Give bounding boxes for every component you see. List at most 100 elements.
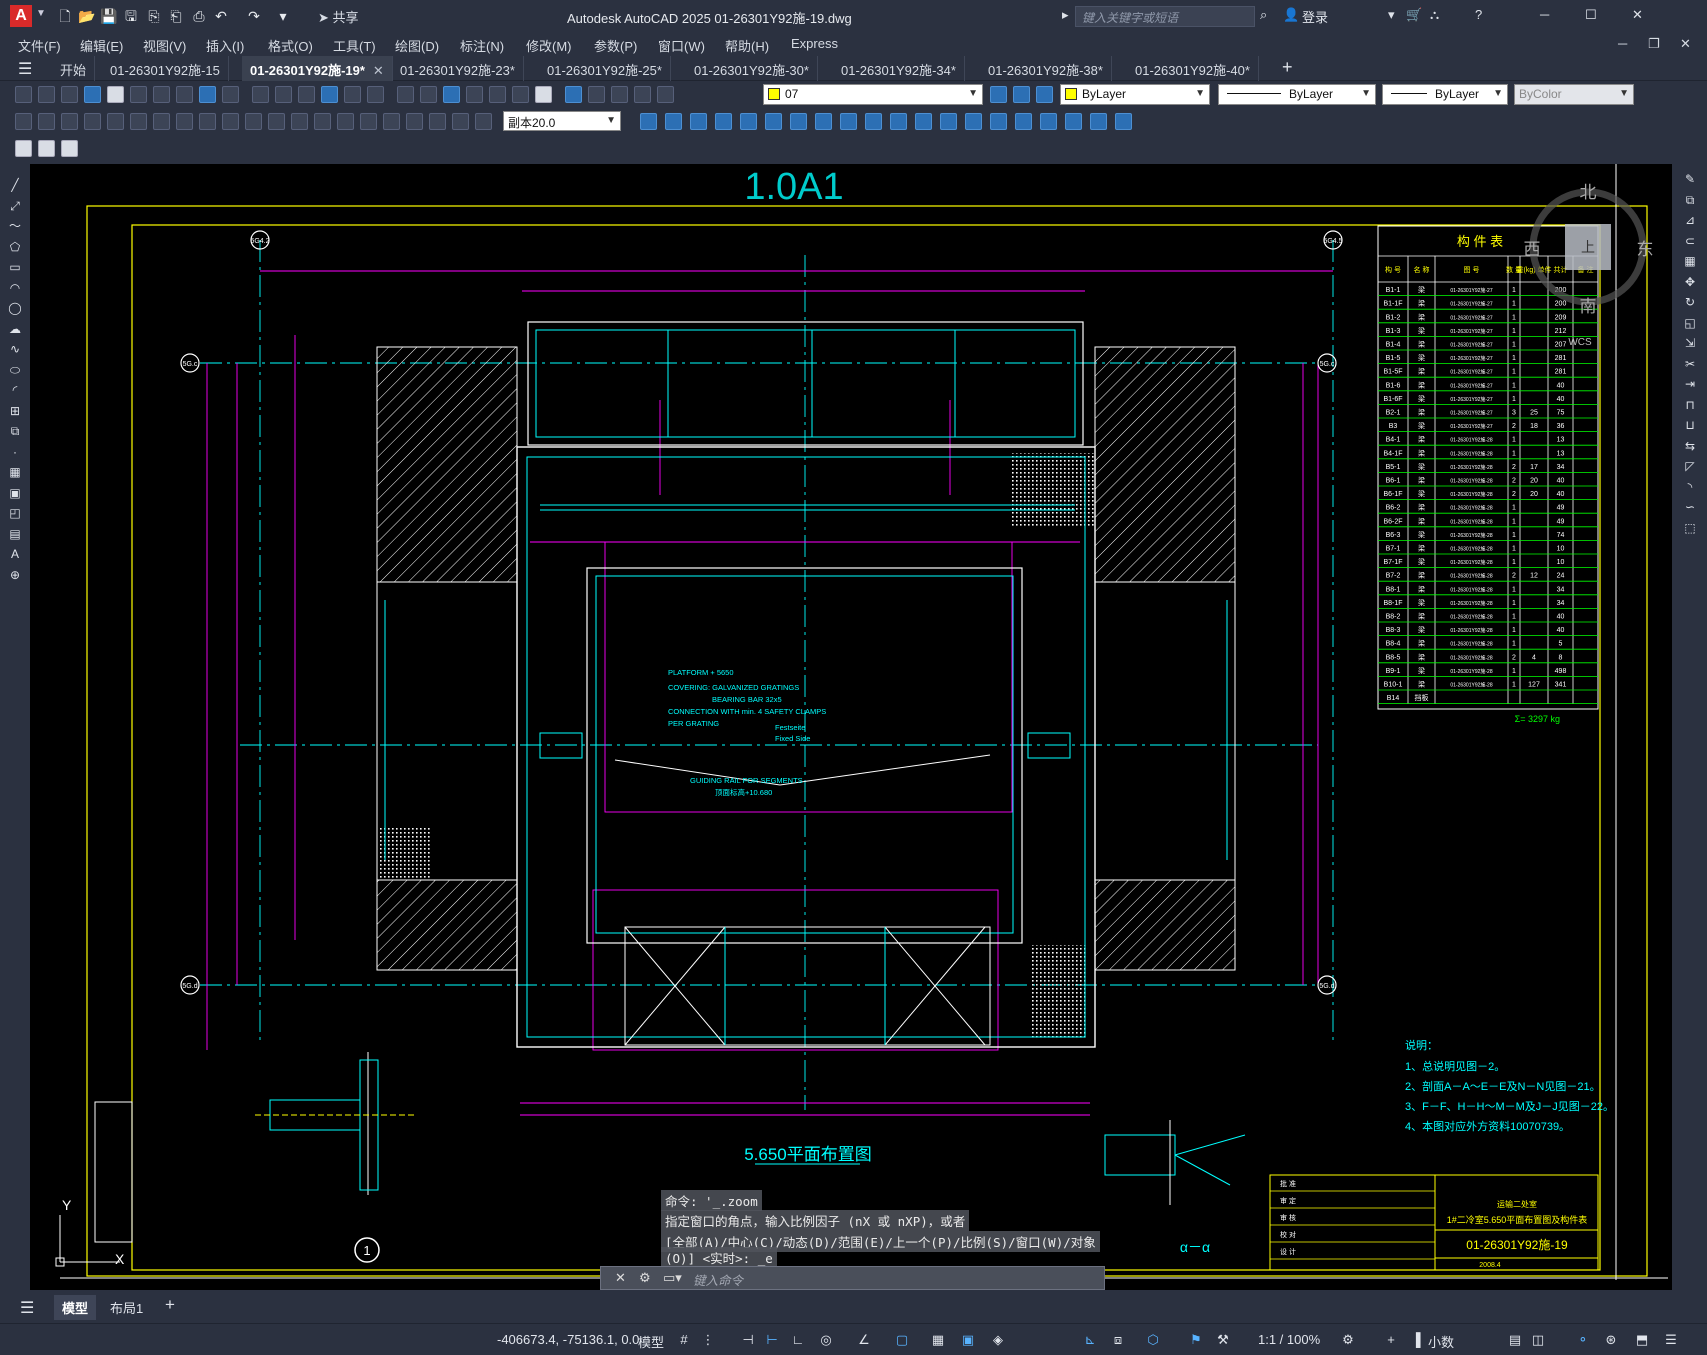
markup-icon[interactable] — [489, 86, 506, 103]
menu-help[interactable]: 帮助(H) — [725, 36, 769, 55]
layer-tool-icon[interactable] — [61, 140, 78, 157]
insert-block-icon[interactable]: ⊞ — [7, 404, 23, 418]
properties-icon[interactable] — [397, 86, 414, 103]
publish-icon[interactable] — [130, 86, 147, 103]
join-icon[interactable]: ⇆ — [1682, 439, 1698, 453]
modify-tool-1-icon[interactable] — [640, 113, 657, 130]
linetype-dropdown[interactable]: ByLayer ▼ — [1218, 84, 1376, 105]
modify-tool-20-icon[interactable] — [1115, 113, 1132, 130]
doc-restore-button[interactable]: ❐ — [1648, 36, 1660, 52]
tab-file-34[interactable]: 01-26301Y92施-34* — [833, 56, 965, 81]
match-properties-icon[interactable] — [222, 86, 239, 103]
dynamic-input-icon[interactable]: ⊢ — [764, 1332, 780, 1348]
rotate-icon[interactable]: ↻ — [1682, 295, 1698, 309]
minimize-button[interactable]: ─ — [1540, 7, 1549, 22]
sheet-set-icon[interactable] — [466, 86, 483, 103]
undo-icon[interactable]: ↶ — [212, 7, 230, 25]
insert-block-icon[interactable] — [38, 140, 55, 157]
dimension-tool-12-icon[interactable] — [268, 113, 285, 130]
layout-menu-icon[interactable]: ☰ — [20, 1298, 34, 1318]
maximize-button[interactable]: ☐ — [1585, 7, 1597, 23]
modify-tool-3-icon[interactable] — [690, 113, 707, 130]
dimension-tool-5-icon[interactable] — [107, 113, 124, 130]
tool-palettes-icon[interactable] — [443, 86, 460, 103]
tab-close-icon[interactable]: ✕ — [373, 63, 384, 78]
new-file-icon[interactable]: 🗋 — [56, 7, 74, 25]
wcs-label[interactable]: WCS — [1568, 337, 1592, 348]
block-editor-icon[interactable] — [15, 140, 32, 157]
modify-tool-9-icon[interactable] — [840, 113, 857, 130]
dimension-tool-9-icon[interactable] — [199, 113, 216, 130]
gizmo-icon[interactable]: ⬡ — [1145, 1332, 1161, 1348]
tab-layout1[interactable]: 布局1 — [110, 1298, 143, 1317]
ellipse-icon[interactable]: ⬭ — [7, 363, 23, 377]
dimension-tool-15-icon[interactable] — [337, 113, 354, 130]
erase-icon[interactable]: ✎ — [1682, 172, 1698, 186]
grid-icon[interactable]: # — [676, 1332, 692, 1348]
save-web-icon[interactable]: ⎗ — [167, 7, 185, 25]
point-icon[interactable]: · — [7, 445, 23, 459]
modify-tool-2-icon[interactable] — [665, 113, 682, 130]
help-icon[interactable]: ? — [1475, 7, 1482, 22]
menu-parametric[interactable]: 参数(P) — [594, 36, 637, 55]
modify-tool-4-icon[interactable] — [715, 113, 732, 130]
modify-tool-16-icon[interactable] — [1015, 113, 1032, 130]
menu-insert[interactable]: 插入(I) — [206, 36, 244, 55]
scale-icon[interactable]: ◱ — [1682, 316, 1698, 330]
save-as-icon[interactable]: 🖫 — [122, 7, 140, 25]
dimension-tool-11-icon[interactable] — [245, 113, 262, 130]
menu-edit[interactable]: 编辑(E) — [80, 36, 123, 55]
tab-file-40[interactable]: 01-26301Y92施-40* — [1127, 56, 1259, 81]
modify-tool-5-icon[interactable] — [740, 113, 757, 130]
command-recent-icon[interactable]: ▭▾ — [663, 1270, 682, 1286]
command-input[interactable]: 键入命令 — [693, 1270, 743, 1289]
arc-icon[interactable]: ◠ — [7, 281, 23, 295]
dimension-tool-13-icon[interactable] — [291, 113, 308, 130]
spline-icon[interactable]: ∿ — [7, 342, 23, 356]
menu-window[interactable]: 窗口(W) — [658, 36, 705, 55]
isolate-icon[interactable]: ▐ — [1408, 1332, 1424, 1348]
polar-icon[interactable]: ◎ — [818, 1332, 834, 1348]
object-snap-icon[interactable]: ▢ — [894, 1332, 910, 1348]
selection-filter-icon[interactable]: ⧈ — [1110, 1332, 1126, 1348]
dimension-tool-3-icon[interactable] — [61, 113, 78, 130]
dynamic-ucs-icon[interactable]: ⊾ — [1082, 1332, 1098, 1348]
add-selected-icon[interactable]: ⊕ — [7, 568, 23, 582]
tab-file-25[interactable]: 01-26301Y92施-25* — [539, 56, 671, 81]
line-icon[interactable]: ╱ — [7, 178, 23, 192]
menu-dimension[interactable]: 标注(N) — [460, 36, 504, 55]
break-at-point-icon[interactable]: ⊓ — [1682, 398, 1698, 412]
trim-icon[interactable]: ✂ — [1682, 357, 1698, 371]
explode-icon[interactable]: ⬚ — [1682, 521, 1698, 535]
modify-tool-15-icon[interactable] — [990, 113, 1007, 130]
search-icon[interactable]: ⌕ — [1260, 7, 1267, 23]
layer-freeze-icon[interactable] — [657, 86, 674, 103]
app-menu-caret-icon[interactable]: ▼ — [36, 8, 46, 19]
file-tabs-menu-icon[interactable]: ☰ — [18, 59, 32, 79]
dimension-tool-6-icon[interactable] — [130, 113, 147, 130]
region-icon[interactable]: ◰ — [7, 506, 23, 520]
quickcalc-icon[interactable] — [512, 86, 529, 103]
menu-tools[interactable]: 工具(T) — [333, 36, 376, 55]
tab-file-15[interactable]: 01-26301Y92施-15 — [102, 56, 229, 81]
polyline-icon[interactable]: 〜 — [7, 219, 23, 233]
plot-icon[interactable] — [84, 86, 101, 103]
modify-tool-7-icon[interactable] — [790, 113, 807, 130]
rectangle-icon[interactable]: ▭ — [7, 260, 23, 274]
new-tab-icon[interactable]: + — [1282, 57, 1293, 78]
modify-tool-19-icon[interactable] — [1090, 113, 1107, 130]
layer-prev-icon[interactable] — [611, 86, 628, 103]
layer-iso-icon[interactable] — [634, 86, 651, 103]
construction-line-icon[interactable]: ⤢ — [7, 199, 23, 213]
save-icon[interactable]: 💾 — [100, 7, 118, 25]
dimension-tool-1-icon[interactable] — [15, 113, 32, 130]
dimstyle-dropdown[interactable]: 副本20.0 ▼ — [503, 111, 621, 131]
layer-current-icon[interactable] — [1013, 86, 1030, 103]
clean-screen-icon[interactable]: ⬒ — [1634, 1332, 1650, 1348]
zoom-previous-icon[interactable] — [367, 86, 384, 103]
help-search-input[interactable]: 键入关键字或短语 — [1075, 6, 1255, 27]
menu-file[interactable]: 文件(F) — [18, 36, 61, 55]
command-line[interactable]: ✕ ⚙ ▭▾ 键入命令 — [600, 1266, 1105, 1290]
multiline-text-icon[interactable]: A — [7, 547, 23, 561]
isolate-objects-icon[interactable]: ⚬ — [1575, 1332, 1591, 1348]
